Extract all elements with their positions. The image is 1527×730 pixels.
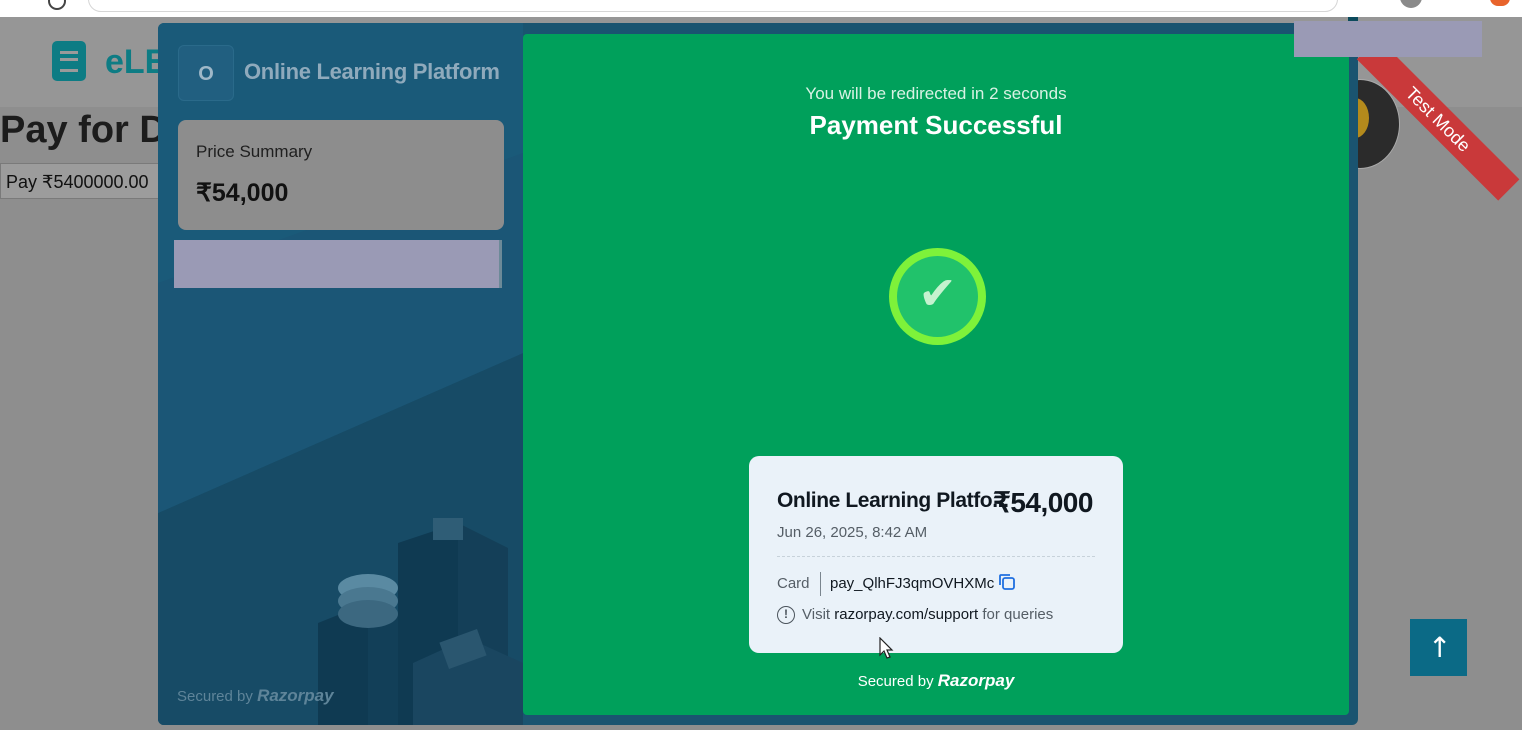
mouse-cursor-icon bbox=[879, 637, 894, 659]
success-check-icon: ✔ bbox=[889, 248, 986, 345]
redirect-countdown: You will be redirected in 2 seconds bbox=[805, 84, 1067, 103]
pay-button[interactable]: Pay ₹5400000.00 bbox=[0, 163, 160, 199]
payment-success-title: Payment Successful bbox=[809, 110, 1063, 140]
razorpay-logo: Razorpay bbox=[257, 686, 334, 705]
browser-toolbar bbox=[0, 0, 1527, 17]
razorpay-checkout-modal: O Online Learning Platform Price Summary… bbox=[158, 23, 1358, 725]
arrow-up-icon: ↑ bbox=[1428, 631, 1452, 664]
info-icon: ! bbox=[777, 606, 795, 624]
book-icon bbox=[52, 41, 86, 81]
extension-icon[interactable] bbox=[1490, 0, 1510, 6]
method-separator bbox=[820, 572, 821, 596]
secured-by-footer-success: Secured by Razorpay bbox=[523, 671, 1349, 691]
merchant-avatar: O bbox=[178, 45, 234, 101]
secured-by-label: Secured by bbox=[857, 673, 934, 690]
checkmark-icon: ✔ bbox=[918, 266, 957, 320]
receipt-amount: ₹54,000 bbox=[993, 487, 1093, 518]
merchant-name: Online Learning Platform bbox=[244, 59, 500, 84]
support-link[interactable]: razorpay.com/support bbox=[834, 606, 978, 623]
price-summary-label: Price Summary bbox=[196, 142, 313, 161]
address-bar[interactable] bbox=[88, 0, 1338, 12]
copy-icon[interactable] bbox=[997, 572, 1017, 592]
price-summary-card: Price Summary ₹54,000 bbox=[178, 120, 504, 230]
payment-id: pay_QlhFJ3qmOVHXMc bbox=[830, 575, 995, 592]
secured-by-footer: Secured by Razorpay bbox=[177, 686, 334, 706]
price-summary-amount: ₹54,000 bbox=[196, 179, 289, 207]
scroll-to-top-button[interactable]: ↑ bbox=[1410, 619, 1467, 676]
payment-success-panel: You will be redirected in 2 seconds Paym… bbox=[523, 34, 1349, 715]
redacted-block-top bbox=[1294, 21, 1482, 57]
receipt-divider bbox=[777, 556, 1095, 557]
check-circle: ✔ bbox=[897, 256, 978, 337]
redacted-block bbox=[174, 240, 502, 288]
page-title: Pay for D bbox=[0, 109, 167, 151]
secured-by-label: Secured by bbox=[177, 688, 253, 705]
payment-receipt-card: Online Learning Platfo... ₹54,000 Jun 26… bbox=[749, 456, 1123, 653]
razorpay-logo: Razorpay bbox=[937, 671, 1015, 690]
support-note: Visit razorpay.com/support for queries bbox=[802, 606, 1053, 623]
receipt-merchant-name: Online Learning Platfo... bbox=[777, 489, 1009, 512]
support-prefix: Visit bbox=[802, 606, 831, 623]
support-suffix: for queries bbox=[982, 606, 1054, 623]
profile-avatar[interactable] bbox=[1400, 0, 1422, 8]
receipt-date: Jun 26, 2025, 8:42 AM bbox=[777, 524, 928, 541]
checkout-summary-panel: O Online Learning Platform Price Summary… bbox=[158, 23, 523, 725]
payment-method: Card bbox=[777, 575, 810, 592]
reload-icon[interactable] bbox=[48, 0, 66, 10]
